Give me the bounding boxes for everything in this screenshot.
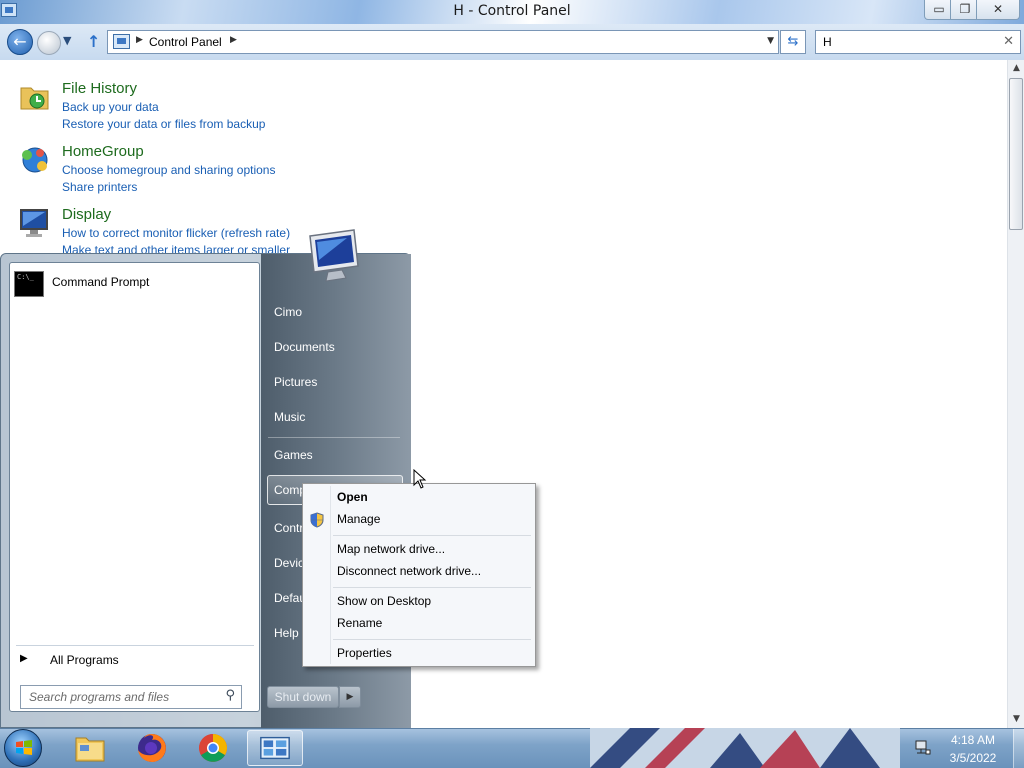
firefox-icon[interactable] [124, 730, 180, 766]
scrollbar-thumb[interactable] [1009, 78, 1023, 230]
shutdown-button[interactable]: Shut down [267, 686, 339, 708]
user-picture-monitor-icon[interactable] [304, 228, 368, 286]
context-menu-gutter [330, 486, 331, 664]
file-history-icon[interactable] [18, 80, 52, 114]
breadcrumb-arrow-icon[interactable]: ▶ [230, 35, 237, 45]
result-title[interactable]: HomeGroup [62, 143, 144, 160]
close-icon[interactable]: ✕ [1003, 34, 1014, 49]
start-menu-item-documents[interactable]: Documents [274, 340, 335, 354]
start-menu-item-user[interactable]: Cimo [274, 305, 302, 319]
shutdown-options-arrow-icon[interactable]: ▶ [339, 686, 361, 708]
all-programs-arrow-icon[interactable]: ▶ [20, 653, 28, 664]
chrome-icon[interactable] [185, 730, 241, 766]
windows-logo-icon [16, 740, 32, 755]
result-link[interactable]: Restore your data or files from backup [62, 117, 265, 131]
all-programs-button[interactable]: All Programs [50, 653, 119, 667]
window-title: H - Control Panel [453, 3, 571, 19]
vertical-scrollbar[interactable]: ▲ ▼ [1007, 60, 1024, 728]
start-menu-item-devices-and-printers[interactable]: Devic [274, 556, 304, 570]
context-menu-open[interactable]: Open [337, 490, 368, 504]
back-arrow-icon[interactable]: ← [7, 29, 33, 55]
start-menu-item-help-and-support[interactable]: Help [274, 626, 299, 640]
start-search-placeholder[interactable]: Search programs and files [29, 690, 169, 704]
result-link[interactable]: How to correct monitor flicker (refresh … [62, 226, 290, 240]
homegroup-icon[interactable] [18, 143, 52, 177]
mouse-cursor-icon [413, 469, 427, 489]
clock-time[interactable]: 4:18 AM [938, 733, 1008, 747]
command-prompt-icon[interactable]: C:\_ [14, 271, 44, 297]
context-menu-disconnect-network-drive[interactable]: Disconnect network drive... [337, 564, 481, 578]
start-menu-item-control-panel[interactable]: Contr [274, 521, 303, 535]
clock-date[interactable]: 3/5/2022 [938, 751, 1008, 765]
display-icon[interactable] [18, 206, 52, 240]
navigation-bar: ← ▼ ↑ ▶ Control Panel ▶ ▼ ⇆ H ✕ [0, 24, 1024, 60]
address-bar[interactable]: ▶ Control Panel ▶ ▼ [107, 30, 779, 54]
control-panel-taskbar-button[interactable] [247, 730, 303, 766]
scroll-up-arrow-icon[interactable]: ▲ [1008, 60, 1024, 77]
network-icon[interactable] [914, 739, 932, 757]
breadcrumb-control-panel[interactable]: Control Panel [149, 35, 222, 49]
context-menu-map-network-drive[interactable]: Map network drive... [337, 542, 445, 556]
forward-arrow-icon[interactable] [37, 31, 61, 55]
context-menu-separator [333, 535, 531, 536]
search-input-value[interactable]: H [823, 35, 832, 49]
start-menu-item-music[interactable]: Music [274, 410, 305, 424]
scroll-down-arrow-icon[interactable]: ▼ [1008, 711, 1024, 728]
search-input[interactable]: H ✕ [815, 30, 1021, 54]
refresh-icon[interactable]: ⇆ [780, 30, 806, 54]
context-menu-show-on-desktop[interactable]: Show on Desktop [337, 594, 431, 608]
start-menu-item-pictures[interactable]: Pictures [274, 375, 317, 389]
breadcrumb-arrow-icon[interactable]: ▶ [136, 35, 143, 45]
context-menu-rename[interactable]: Rename [337, 616, 382, 630]
recent-pages-chevron-icon[interactable]: ▼ [63, 34, 71, 47]
result-title[interactable]: Display [62, 206, 111, 223]
result-link[interactable]: Back up your data [62, 100, 159, 114]
context-menu-manage[interactable]: Manage [337, 512, 380, 526]
close-button[interactable]: ✕ [976, 0, 1020, 20]
title-bar: H - Control Panel ▭ ❐ ✕ [0, 0, 1024, 24]
search-icon[interactable]: ⚲ [225, 688, 235, 703]
context-menu-separator [333, 639, 531, 640]
result-title[interactable]: File History [62, 80, 137, 97]
start-button[interactable] [4, 729, 42, 767]
file-explorer-icon[interactable] [62, 730, 118, 766]
up-arrow-icon[interactable]: ↑ [87, 32, 100, 51]
result-link[interactable]: Share printers [62, 180, 137, 194]
uac-shield-icon [310, 512, 324, 528]
context-menu-properties[interactable]: Properties [337, 646, 392, 660]
divider [16, 645, 254, 646]
wallpaper-flag-art [590, 728, 900, 768]
start-menu-item-command-prompt[interactable]: Command Prompt [52, 275, 149, 289]
control-panel-icon [113, 34, 130, 49]
context-menu-separator [333, 587, 531, 588]
start-menu-programs-pane: C:\_ Command Prompt ▶ All Programs [9, 262, 260, 712]
divider [268, 437, 400, 438]
address-dropdown-icon[interactable]: ▼ [767, 36, 774, 46]
context-menu: Open Manage Map network drive... Disconn… [302, 483, 536, 667]
start-menu-item-games[interactable]: Games [274, 448, 313, 462]
result-link[interactable]: Choose homegroup and sharing options [62, 163, 275, 177]
show-desktop-button[interactable] [1013, 729, 1024, 768]
start-search-input[interactable]: Search programs and files ⚲ [20, 685, 242, 709]
